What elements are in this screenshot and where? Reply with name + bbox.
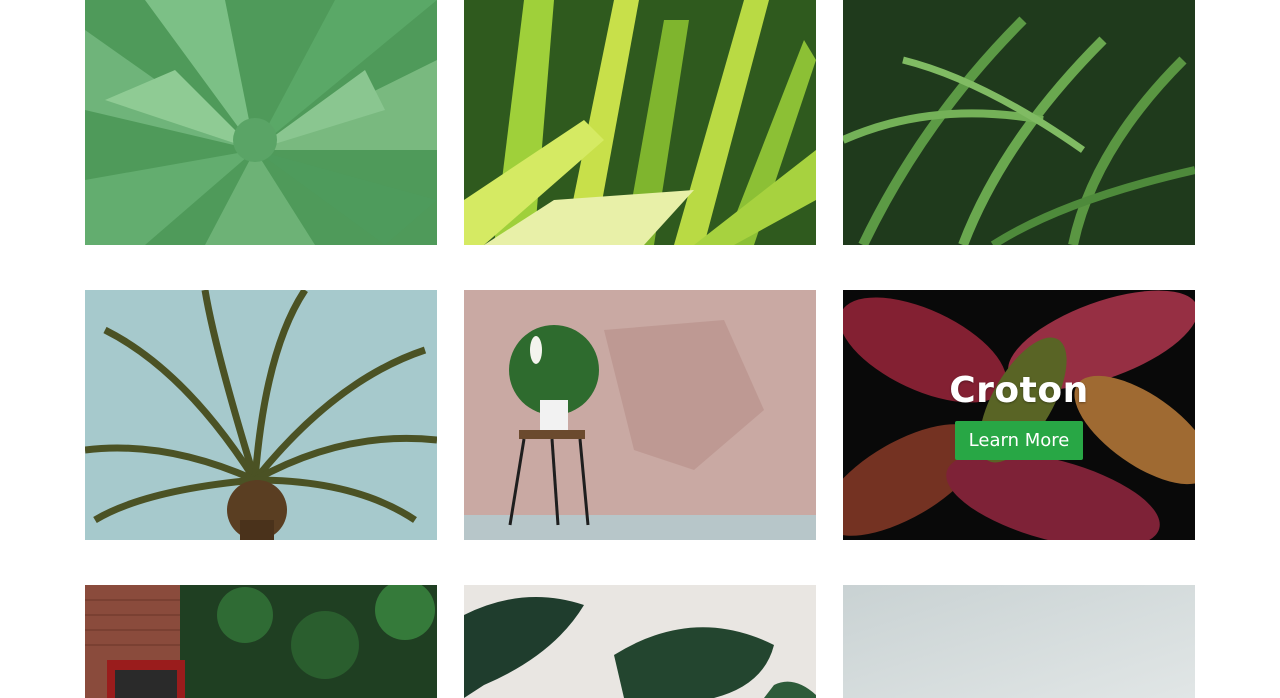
gallery-tile-palm[interactable] — [85, 290, 437, 540]
tile-hover-overlay: Croton Learn More — [843, 290, 1195, 540]
dracaena-plant-photo — [464, 0, 816, 245]
gallery-tile-blurred[interactable] — [843, 585, 1195, 698]
gallery-tile-croton[interactable]: Croton Learn More — [843, 290, 1195, 540]
tile-title: Croton — [949, 370, 1089, 411]
gallery-tile-fern[interactable] — [843, 0, 1195, 245]
gallery-tile-ivy[interactable] — [85, 585, 437, 698]
plant-gallery: Croton Learn More — [0, 0, 1280, 698]
monstera-plant-photo — [464, 585, 816, 698]
learn-more-button[interactable]: Learn More — [954, 421, 1084, 460]
gallery-tile-aloe[interactable] — [85, 0, 437, 245]
ivy-brick-wall-photo — [85, 585, 437, 698]
blurred-plant-photo — [843, 585, 1195, 698]
gallery-tile-dracaena[interactable] — [464, 0, 816, 245]
gallery-tile-peace-lily[interactable] — [464, 290, 816, 540]
fern-plant-photo — [843, 0, 1195, 245]
gallery-tile-monstera[interactable] — [464, 585, 816, 698]
peace-lily-on-stool-photo — [464, 290, 816, 540]
aloe-plant-photo — [85, 0, 437, 245]
palm-tree-photo — [85, 290, 437, 540]
